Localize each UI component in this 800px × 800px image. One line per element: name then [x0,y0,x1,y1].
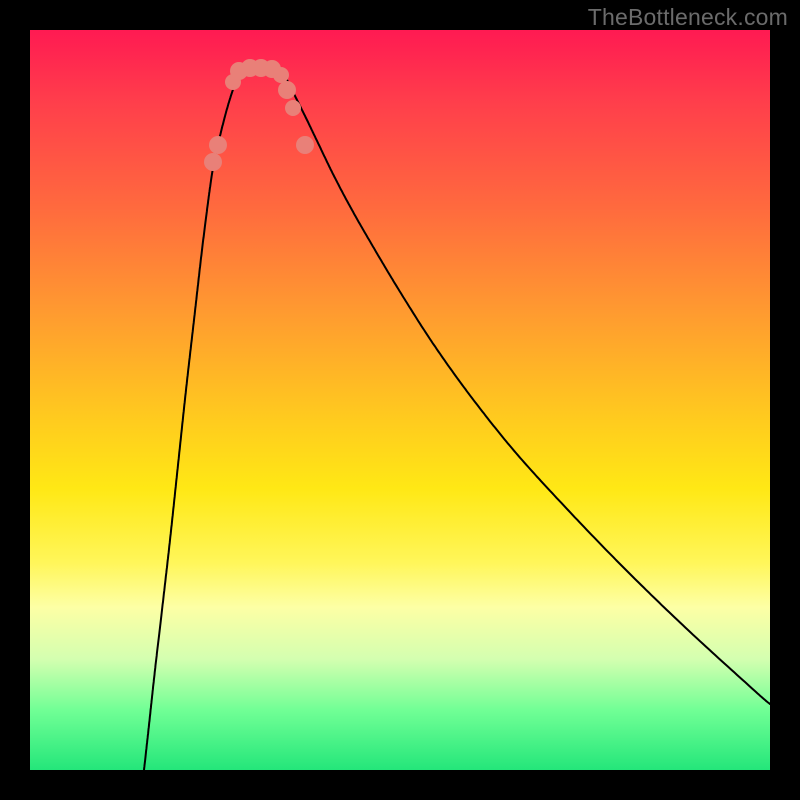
curve-right [281,68,770,704]
marker-dot [273,67,289,83]
highlight-dots [204,59,314,171]
marker-dot [204,153,222,171]
watermark: TheBottleneck.com [588,4,788,31]
marker-dot [285,100,301,116]
marker-dot [209,136,227,154]
marker-dot [296,136,314,154]
chart-frame: TheBottleneck.com [0,0,800,800]
marker-dot [278,81,296,99]
plot-area [30,30,770,770]
curve-left [144,68,242,770]
chart-svg [30,30,770,770]
